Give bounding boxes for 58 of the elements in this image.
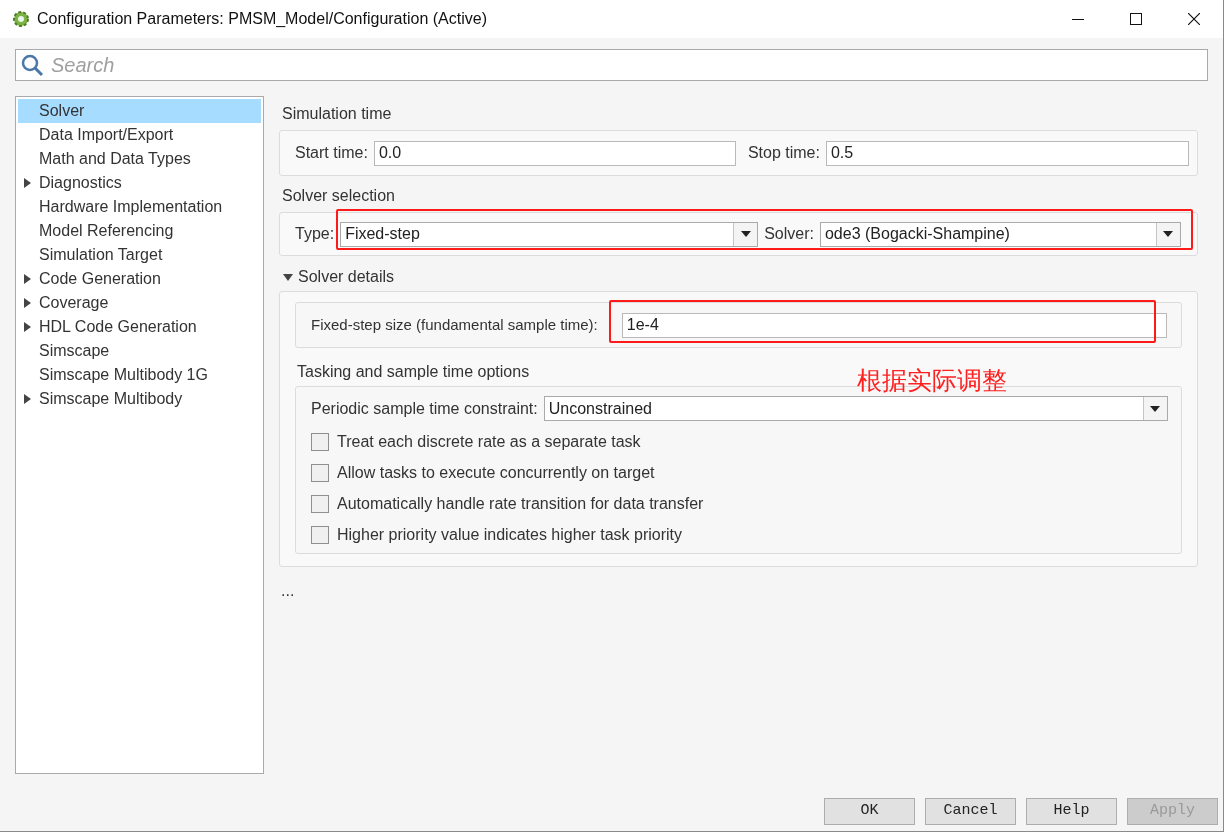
- sidebar-item[interactable]: Model Referencing: [18, 219, 261, 243]
- section-title: Tasking and sample time options: [297, 363, 530, 380]
- gear-icon: [12, 10, 30, 28]
- field-label: Solver:: [764, 224, 814, 244]
- checkbox[interactable]: [311, 494, 329, 513]
- dialog-button[interactable]: Help: [1026, 798, 1117, 825]
- sidebar-item[interactable]: HDL Code Generation: [18, 315, 261, 339]
- sidebar-item[interactable]: Coverage: [18, 291, 261, 315]
- field-label: Type:: [295, 224, 335, 244]
- field-label: Stop time:: [747, 143, 820, 163]
- type-dropdown[interactable]: Fixed-step: [340, 221, 759, 247]
- minimize-icon: [1072, 18, 1084, 20]
- dialog-button[interactable]: Cancel: [925, 798, 1016, 825]
- caret-icon: [740, 231, 751, 237]
- expand-arrow-icon[interactable]: [24, 178, 31, 188]
- sidebar-item[interactable]: Data Import/Export: [18, 123, 261, 147]
- sidebar-item[interactable]: Diagnostics: [18, 171, 261, 195]
- caret-icon: [1150, 405, 1161, 412]
- field-label: Periodic sample time constraint:: [311, 398, 538, 419]
- sidebar-item[interactable]: Math and Data Types: [18, 147, 261, 171]
- checkbox-label: Automatically handle rate transition for data transfer: [337, 493, 704, 514]
- sidebar-item[interactable]: Simscape Multibody: [18, 387, 261, 411]
- checkbox[interactable]: [311, 463, 329, 482]
- field-label: Start time:: [295, 143, 368, 163]
- section-title: Solver selection: [282, 187, 395, 204]
- constraint-dropdown[interactable]: Unconstrained: [543, 396, 1168, 421]
- maximize-icon: [1130, 13, 1142, 25]
- collapse-arrow-icon[interactable]: [283, 273, 293, 281]
- section-title: Simulation time: [282, 105, 392, 122]
- stop-time-field[interactable]: 0.5: [825, 140, 1189, 166]
- close-icon: [1188, 13, 1200, 25]
- caret-icon: [1163, 231, 1174, 237]
- dialog-button[interactable]: OK: [824, 798, 915, 825]
- expand-arrow-icon[interactable]: [24, 394, 31, 404]
- checkbox[interactable]: [311, 432, 329, 451]
- sidebar-item[interactable]: Simscape Multibody 1G: [18, 363, 261, 387]
- start-time-field[interactable]: 0.0: [373, 140, 736, 166]
- sidebar-item[interactable]: Solver: [18, 99, 261, 123]
- more-text: ...: [280, 581, 296, 601]
- checkbox[interactable]: [311, 525, 329, 544]
- search-icon: [20, 53, 44, 77]
- expand-arrow-icon[interactable]: [24, 274, 31, 284]
- window-title: Configuration Parameters: PMSM_Model/Configuration (Active): [37, 9, 487, 29]
- sidebar-item[interactable]: Simscape: [18, 339, 261, 363]
- solver-dropdown[interactable]: ode3 (Bogacki-Shampine): [819, 221, 1181, 247]
- section-title: Solver details: [298, 267, 395, 287]
- search-field[interactable]: Search: [15, 49, 1208, 81]
- expand-arrow-icon[interactable]: [24, 298, 31, 308]
- field-label: Fixed-step size (fundamental sample time):: [311, 314, 598, 335]
- step-size-field[interactable]: 1e-4: [621, 312, 1167, 338]
- sidebar-item[interactable]: Code Generation: [18, 267, 261, 291]
- sidebar-item[interactable]: Hardware Implementation: [18, 195, 261, 219]
- expand-arrow-icon[interactable]: [24, 322, 31, 332]
- annotation-text: 根据实际调整: [857, 365, 1007, 397]
- checkbox-label: Treat each discrete rate as a separate task: [337, 431, 641, 452]
- sidebar-item[interactable]: Simulation Target: [18, 243, 261, 267]
- checkbox-label: Allow tasks to execute concurrently on target: [337, 462, 655, 483]
- checkbox-label: Higher priority value indicates higher task priority: [337, 524, 683, 545]
